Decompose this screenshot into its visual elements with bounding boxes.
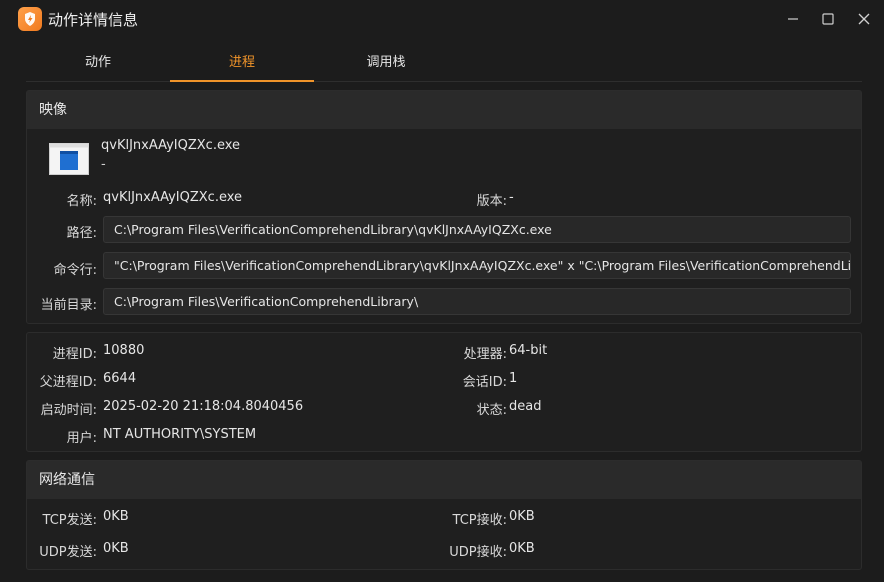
start-time-label: 启动时间: bbox=[40, 403, 97, 418]
udp-send-label: UDP发送: bbox=[39, 545, 97, 560]
udp-recv-value: 0KB bbox=[509, 541, 535, 556]
tab-bar: 动作 进程 调用栈 bbox=[26, 44, 862, 82]
start-time-value: 2025-02-20 21:18:04.8040456 bbox=[103, 399, 304, 414]
processor-value: 64-bit bbox=[509, 343, 548, 358]
tcp-send-value: 0KB bbox=[103, 509, 129, 524]
window-title: 动作详情信息 bbox=[48, 11, 139, 29]
close-icon bbox=[858, 13, 870, 25]
name-label: 名称: bbox=[66, 194, 97, 209]
command-line-label: 命令行: bbox=[53, 263, 97, 278]
title-bar: 动作详情信息 bbox=[0, 0, 884, 38]
current-dir-label: 当前目录: bbox=[40, 298, 97, 313]
network-panel: 网络通信 TCP发送: 0KB TCP接收: 0KB UDP发送: 0KB UD… bbox=[26, 460, 862, 570]
tcp-recv-value: 0KB bbox=[509, 509, 535, 524]
pid-label: 进程ID: bbox=[52, 347, 97, 362]
process-info-panel: 进程ID: 10880 处理器: 64-bit 父进程ID: 6644 会话ID… bbox=[26, 332, 862, 452]
image-file-name: qvKlJnxAAyIQZXc.exe bbox=[101, 138, 241, 153]
udp-send-value: 0KB bbox=[103, 541, 129, 556]
session-value: 1 bbox=[509, 371, 518, 386]
image-file-subtitle: - bbox=[101, 157, 106, 172]
active-tab-indicator bbox=[170, 80, 314, 82]
user-value: NT AUTHORITY\SYSTEM bbox=[103, 427, 257, 442]
minimize-button[interactable] bbox=[781, 8, 805, 30]
tcp-recv-label: TCP接收: bbox=[452, 513, 507, 528]
close-button[interactable] bbox=[852, 8, 876, 30]
tab-process[interactable]: 进程 bbox=[170, 44, 314, 82]
user-label: 用户: bbox=[66, 431, 97, 446]
ppid-label: 父进程ID: bbox=[39, 375, 97, 390]
image-panel-header: 映像 bbox=[27, 91, 861, 129]
exe-file-icon bbox=[49, 143, 89, 175]
network-panel-header: 网络通信 bbox=[27, 461, 861, 499]
name-value: qvKlJnxAAyIQZXc.exe bbox=[103, 190, 243, 205]
version-label: 版本: bbox=[476, 194, 507, 209]
action-detail-window: 动作详情信息 动作 进程 调用栈 映像 qvKlJnxAAyIQZXc.exe … bbox=[0, 0, 884, 582]
command-line-field[interactable]: "C:\Program Files\VerificationComprehend… bbox=[103, 252, 851, 279]
state-value: dead bbox=[509, 399, 542, 414]
udp-recv-label: UDP接收: bbox=[449, 545, 507, 560]
path-field[interactable]: C:\Program Files\VerificationComprehendL… bbox=[103, 216, 851, 243]
maximize-icon bbox=[822, 13, 834, 25]
tab-action[interactable]: 动作 bbox=[26, 44, 170, 82]
ppid-value: 6644 bbox=[103, 371, 137, 386]
version-value: - bbox=[509, 190, 514, 205]
image-panel: 映像 qvKlJnxAAyIQZXc.exe - 名称: qvKlJnxAAyI… bbox=[26, 90, 862, 324]
processor-label: 处理器: bbox=[463, 347, 507, 362]
pid-value: 10880 bbox=[103, 343, 145, 358]
minimize-icon bbox=[788, 18, 798, 20]
path-label: 路径: bbox=[66, 226, 97, 241]
current-dir-field[interactable]: C:\Program Files\VerificationComprehendL… bbox=[103, 288, 851, 315]
tcp-send-label: TCP发送: bbox=[42, 513, 97, 528]
tab-call-stack[interactable]: 调用栈 bbox=[314, 44, 458, 82]
app-logo-icon bbox=[18, 7, 42, 31]
maximize-button[interactable] bbox=[816, 8, 840, 30]
state-label: 状态: bbox=[476, 403, 507, 418]
session-label: 会话ID: bbox=[462, 375, 507, 390]
